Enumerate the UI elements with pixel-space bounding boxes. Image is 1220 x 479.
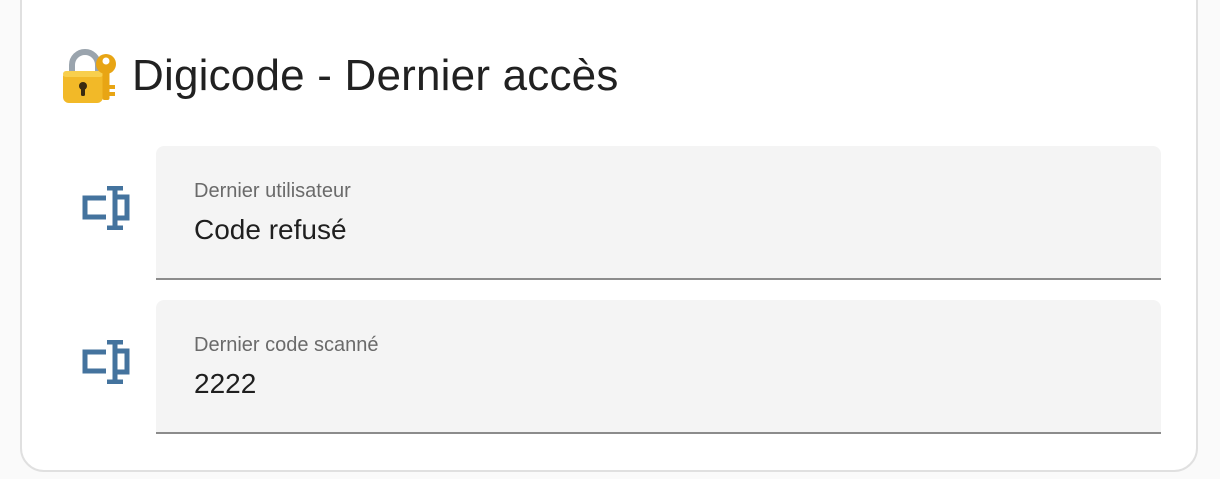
entity-row-last-user[interactable]: Dernier utilisateur Code refusé [60,146,1161,280]
card-header: Digicode - Dernier accès [60,44,619,108]
last-code-label: Dernier code scanné [194,334,379,356]
keypad-icon [82,340,130,384]
last-user-field[interactable]: Dernier utilisateur Code refusé [156,146,1161,280]
last-user-value: Code refusé [194,214,347,245]
locked-with-key-icon [63,49,116,103]
keypad-icon [82,186,130,230]
last-code-field[interactable]: Dernier code scanné 2222 [156,300,1161,434]
card-title: Digicode - Dernier accès [132,51,619,100]
entity-row-last-code[interactable]: Dernier code scanné 2222 [60,300,1161,434]
last-code-value: 2222 [194,368,257,399]
last-user-label: Dernier utilisateur [194,180,351,202]
